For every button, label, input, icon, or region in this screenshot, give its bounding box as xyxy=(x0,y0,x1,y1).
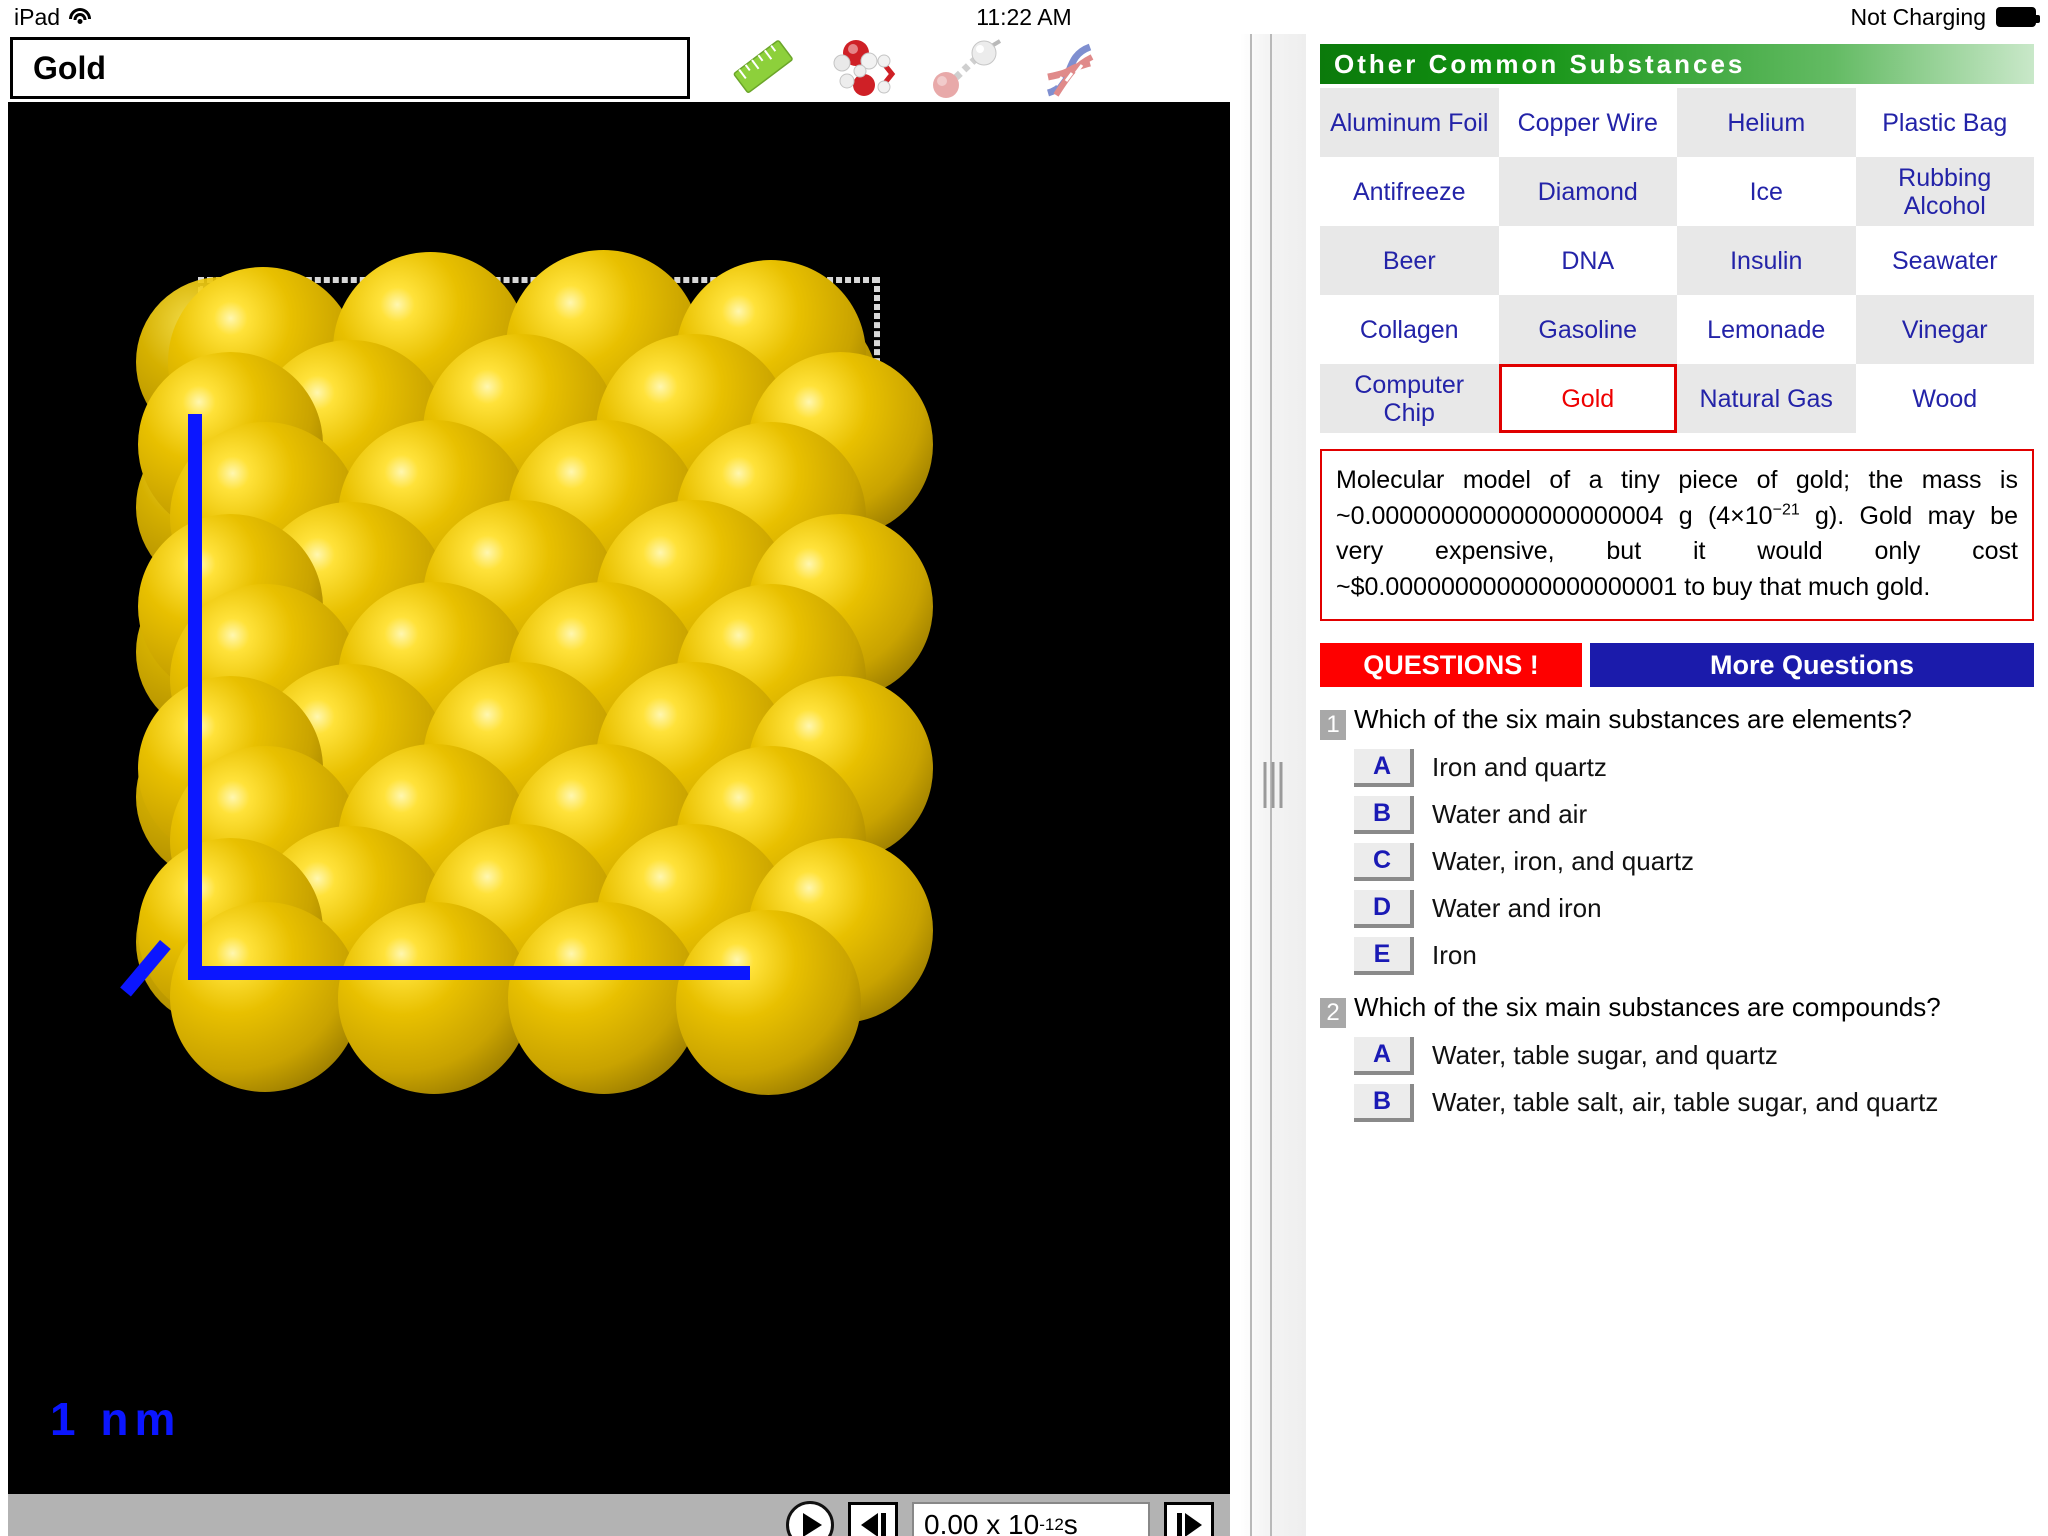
battery-full-icon xyxy=(1996,7,2040,27)
substance-cell[interactable]: Diamond xyxy=(1498,157,1677,226)
question-block: 1 Which of the six main substances are el… xyxy=(1320,703,2034,975)
section-header: Other Common Substances xyxy=(1320,44,2034,84)
question-number-badge: 2 xyxy=(1320,998,1346,1028)
choice-key-button[interactable]: C xyxy=(1354,843,1414,881)
questions-button[interactable]: QUESTIONS ! xyxy=(1320,643,1582,687)
substance-cell[interactable]: Lemonade xyxy=(1677,295,1856,364)
left-pane: Gold 1 nm 0.00 x 10 -12 s xyxy=(0,34,1240,1536)
more-questions-button[interactable]: More Questions xyxy=(1590,643,2034,687)
choice-text: Water, table salt, air, table sugar, and… xyxy=(1432,1087,1939,1117)
description-exponent: −21 xyxy=(1772,501,1800,519)
app-root: iPad 11:22 AM Not Charging Gold 1 nm 0.0… xyxy=(0,0,2048,1536)
substance-cell[interactable]: Gasoline xyxy=(1498,295,1677,364)
choice-key-button[interactable]: A xyxy=(1354,749,1414,787)
molecular-viewer-canvas[interactable]: 1 nm xyxy=(8,102,1230,1494)
status-right: Not Charging xyxy=(1850,3,2040,31)
questions-container: 1 Which of the six main substances are el… xyxy=(1320,703,2034,1122)
time-exponent: -12 xyxy=(1039,1515,1064,1534)
substance-grid: Aluminum Foil Copper Wire Helium Plastic Ba… xyxy=(1320,88,2034,433)
choice-text: Water, table sugar, and quartz xyxy=(1432,1040,1778,1070)
question-prompt: Which of the six main substances are com… xyxy=(1354,992,1941,1022)
question-text: 1 Which of the six main substances are el… xyxy=(1320,703,2034,740)
battery-status-text: Not Charging xyxy=(1850,3,1986,30)
substance-cell[interactable]: Seawater xyxy=(1855,226,2034,295)
ruler-icon[interactable] xyxy=(720,37,806,99)
substance-title-field[interactable]: Gold xyxy=(10,37,690,99)
gold-atom xyxy=(508,902,700,1094)
section-title: Other Common Substances xyxy=(1334,48,1746,79)
description-box: Molecular model of a tiny piece of gold;… xyxy=(1320,449,2034,621)
choice-row[interactable]: E Iron xyxy=(1354,937,2034,975)
time-unit: s xyxy=(1063,1509,1078,1536)
step-forward-button[interactable] xyxy=(1164,1502,1214,1536)
substance-cell[interactable]: Helium xyxy=(1677,88,1856,157)
question-button-row: QUESTIONS ! More Questions xyxy=(1320,643,2034,687)
choice-key-button[interactable]: D xyxy=(1354,890,1414,928)
choice-row[interactable]: C Water, iron, and quartz xyxy=(1354,843,2034,881)
substance-cell[interactable]: Rubbing Alcohol xyxy=(1855,157,2034,226)
substance-cell[interactable]: Vinegar xyxy=(1855,295,2034,364)
choice-text: Water and iron xyxy=(1432,893,1602,923)
choice-list: A Iron and quartz B Water and air C Water, ir… xyxy=(1320,749,2034,975)
substance-cell[interactable]: Insulin xyxy=(1677,226,1856,295)
right-pane: Other Common Substances Aluminum Foil Cop… xyxy=(1306,34,2048,1536)
substance-cell[interactable]: DNA xyxy=(1498,226,1677,295)
choice-list: A Water, table sugar, and quartz B Water, t… xyxy=(1320,1037,2034,1122)
substance-cell[interactable]: Collagen xyxy=(1320,295,1499,364)
choice-row[interactable]: A Iron and quartz xyxy=(1354,749,2034,787)
question-block: 2 Which of the six main substances are co… xyxy=(1320,991,2034,1122)
choice-text: Water, iron, and quartz xyxy=(1432,846,1695,876)
substance-cell[interactable]: Computer Chip xyxy=(1320,364,1499,433)
substance-cell[interactable]: Wood xyxy=(1855,364,2034,433)
play-button[interactable] xyxy=(786,1501,834,1536)
pane-splitter[interactable] xyxy=(1240,34,1306,1536)
question-number-badge: 1 xyxy=(1320,710,1346,740)
choice-key-button[interactable]: B xyxy=(1354,1084,1414,1122)
page-title: Gold xyxy=(33,49,106,86)
scale-bar-label: 1 nm xyxy=(50,1393,182,1445)
axis-horizontal xyxy=(188,966,750,980)
gold-atom xyxy=(338,902,530,1094)
substance-cell[interactable]: Beer xyxy=(1320,226,1499,295)
step-back-button[interactable] xyxy=(848,1502,898,1536)
substance-cell[interactable]: Gold xyxy=(1498,364,1677,433)
choice-text: Iron and quartz xyxy=(1432,752,1607,782)
bond-icon[interactable] xyxy=(924,37,1010,99)
choice-key-button[interactable]: E xyxy=(1354,937,1414,975)
gold-lattice-scene: 1 nm xyxy=(8,102,1230,1494)
tool-icon-bar xyxy=(720,37,1112,99)
time-value: 0.00 x 10 xyxy=(924,1509,1040,1536)
substance-cell[interactable]: Ice xyxy=(1677,157,1856,226)
substance-cell[interactable]: Antifreeze xyxy=(1320,157,1499,226)
dna-icon[interactable] xyxy=(1026,37,1112,99)
ios-status-bar: iPad 11:22 AM Not Charging xyxy=(0,0,2048,34)
choice-row[interactable]: B Water, table salt, air, table sugar, an… xyxy=(1354,1084,2034,1122)
choice-row[interactable]: A Water, table sugar, and quartz xyxy=(1354,1037,2034,1075)
substance-cell[interactable]: Plastic Bag xyxy=(1855,88,2034,157)
gold-atom xyxy=(676,910,861,1095)
choice-key-button[interactable]: A xyxy=(1354,1037,1414,1075)
playback-toolbar: 0.00 x 10 -12 s xyxy=(8,1494,1230,1536)
substance-cell[interactable]: Copper Wire xyxy=(1498,88,1677,157)
question-text: 2 Which of the six main substances are co… xyxy=(1320,991,2034,1028)
choice-row[interactable]: B Water and air xyxy=(1354,796,2034,834)
splitter-grip-icon[interactable] xyxy=(1263,762,1283,808)
choice-key-button[interactable]: B xyxy=(1354,796,1414,834)
substance-cell[interactable]: Aluminum Foil xyxy=(1320,88,1499,157)
water-molecules-icon[interactable] xyxy=(822,37,908,99)
choice-text: Water and air xyxy=(1432,799,1588,829)
title-row: Gold xyxy=(0,34,1240,102)
choice-text: Iron xyxy=(1432,940,1477,970)
question-prompt: Which of the six main substances are ele… xyxy=(1354,704,1912,734)
time-display-field[interactable]: 0.00 x 10 -12 s xyxy=(912,1502,1150,1536)
choice-row[interactable]: D Water and iron xyxy=(1354,890,2034,928)
substance-cell[interactable]: Natural Gas xyxy=(1677,364,1856,433)
axis-vertical xyxy=(188,414,202,979)
status-clock: 11:22 AM xyxy=(976,3,1072,30)
